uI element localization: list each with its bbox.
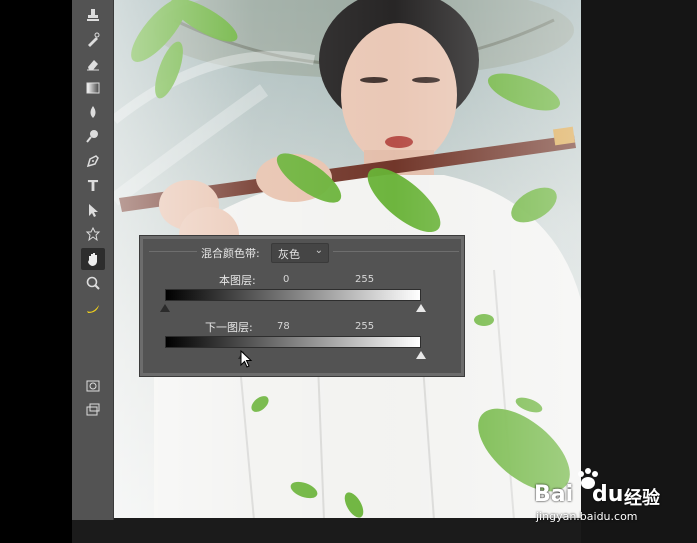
status-bar [72,518,581,543]
quick-mask-icon[interactable] [81,375,105,397]
blend-if-panel: 混合颜色带: 灰色 ⌄ 本图层: 0 255 下一图层: 78 255 [140,236,464,376]
underlying-layer-label: 下一图层: [205,321,253,334]
underlying-layer-white-value: 255 [355,321,375,332]
underlying-layer-white-slider[interactable] [416,351,426,359]
underlying-layer-black-value: 78 [277,321,290,332]
watermark-brand-cn: 经验 [624,488,660,509]
eraser-icon[interactable] [81,53,105,75]
divider [333,251,459,252]
screen-mode-icon[interactable] [81,399,105,421]
watermark-brand-du: du [592,482,624,507]
blend-color-band-select[interactable]: 灰色 ⌄ [271,243,329,263]
hand-icon[interactable] [81,248,105,270]
mouse-cursor-icon [240,350,253,368]
clone-stamp-icon[interactable] [81,4,105,26]
watermark-brand-latin: Bai [534,482,574,507]
type-icon[interactable]: T [81,175,105,197]
zoom-icon[interactable] [81,272,105,294]
this-layer-gradient-ramp[interactable] [165,289,421,301]
this-layer-black-value: 0 [283,274,290,285]
this-layer-black-slider[interactable] [160,304,170,312]
history-brush-icon[interactable] [81,29,105,51]
blend-color-band-label: 混合颜色带: [201,247,260,260]
gradient-icon[interactable] [81,77,105,99]
tools-panel: T ■ ⇆ [72,0,178,520]
banana-icon[interactable] [81,297,105,319]
screen: T ■ ⇆ 混合颜色带: 灰色 ⌄ [0,0,697,543]
blur-icon[interactable] [81,101,105,123]
underlying-layer-gradient-ramp[interactable] [165,336,421,348]
blend-color-band-value: 灰色 [278,248,300,261]
this-layer-label: 本图层: [219,274,256,287]
chevron-down-icon: ⌄ [314,245,323,256]
this-layer-white-value: 255 [355,274,375,285]
path-selection-icon[interactable] [81,199,105,221]
dodge-icon[interactable] [81,125,105,147]
divider [149,251,197,252]
watermark-url: jingyan.baidu.com [536,510,638,523]
right-panel-area [581,0,697,543]
baidu-watermark: Bai du 经验 jingyan.baidu.com [534,468,694,528]
this-layer-white-slider[interactable] [416,304,426,312]
pen-icon[interactable] [81,150,105,172]
custom-shape-icon[interactable] [81,223,105,245]
